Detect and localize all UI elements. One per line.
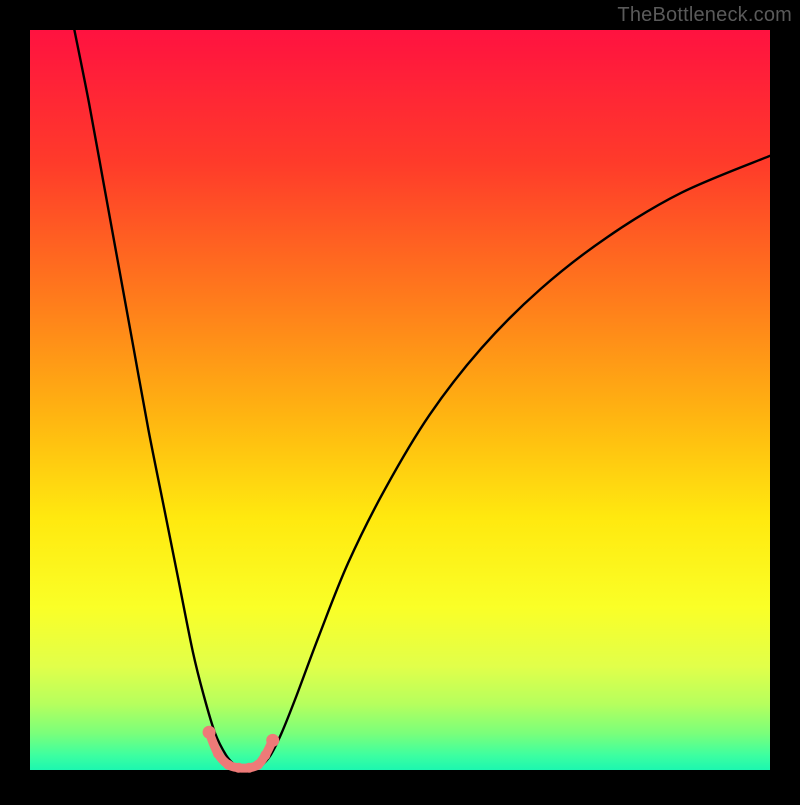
valley-marker-dot <box>253 760 263 770</box>
bottleneck-chart <box>0 0 800 800</box>
valley-marker-dot <box>223 760 233 770</box>
valley-marker-dot <box>266 734 279 747</box>
outer-frame: TheBottleneck.com <box>0 0 800 800</box>
valley-marker-dot <box>213 749 223 759</box>
watermark-text: TheBottleneck.com <box>617 4 792 27</box>
plot-area <box>30 30 770 770</box>
valley-marker-dot <box>244 763 254 773</box>
valley-marker-dot <box>203 726 216 739</box>
valley-marker-dot <box>260 750 270 760</box>
valley-marker-dot <box>234 763 244 773</box>
